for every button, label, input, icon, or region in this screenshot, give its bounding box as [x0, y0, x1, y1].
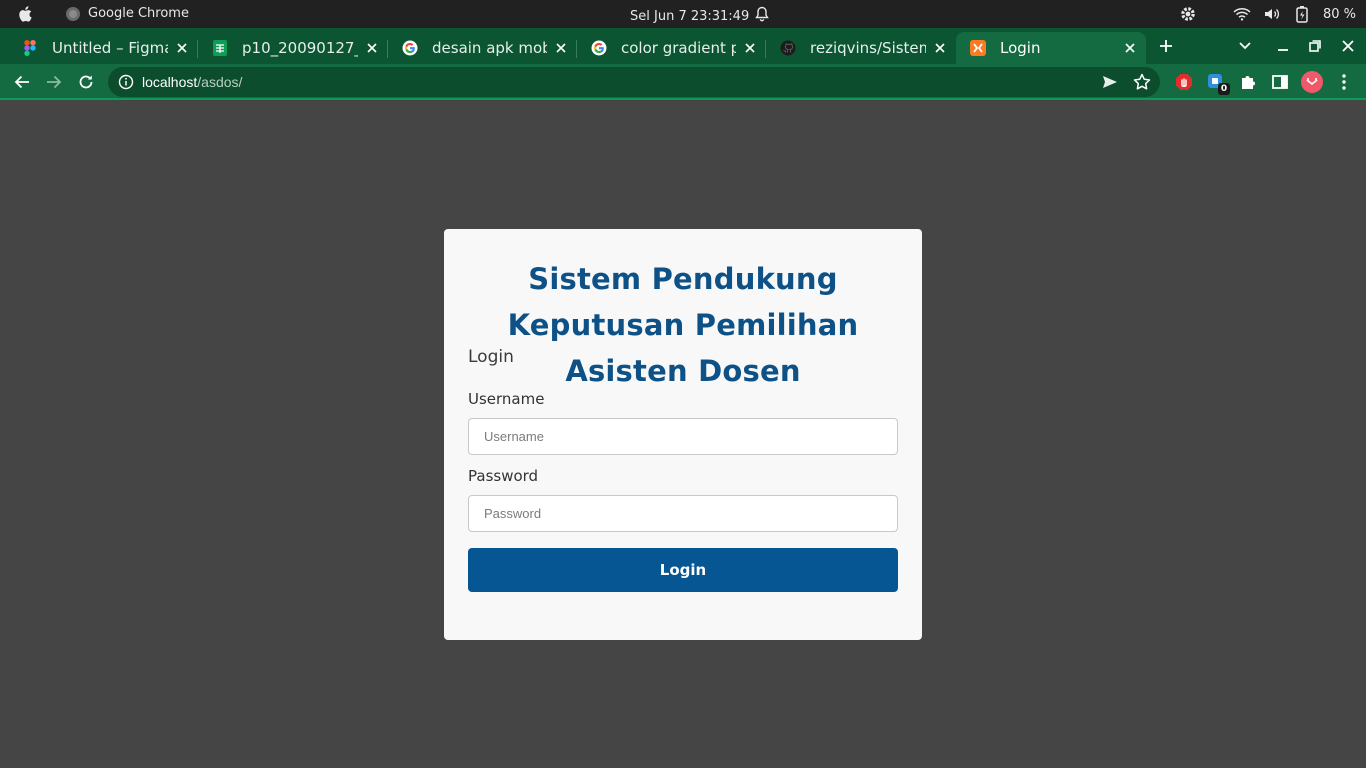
- tab-login[interactable]: Login: [956, 32, 1146, 64]
- side-panel-icon[interactable]: [1269, 71, 1291, 93]
- settings-gear-icon[interactable]: [1179, 5, 1197, 23]
- battery-percent: 80 %: [1322, 6, 1356, 22]
- clock-text: Sel Jun 7 23:31:49: [630, 8, 750, 24]
- figma-icon: [22, 40, 38, 56]
- system-tray: 80 %: [1179, 4, 1356, 24]
- browser-toolbar: localhost/asdos/ 0: [0, 64, 1366, 100]
- page-title: Sistem Pendukung Keputusan Pemilihan Asi…: [507, 262, 859, 388]
- github-icon: [780, 40, 796, 56]
- tab-github[interactable]: reziqvins/Sistem-P: [766, 32, 956, 64]
- tab-close-icon[interactable]: [174, 40, 190, 56]
- reload-icon[interactable]: [75, 71, 97, 93]
- extensions-puzzle-icon[interactable]: [1237, 71, 1259, 93]
- extension-badge-count: 0: [1218, 83, 1230, 95]
- site-info-icon[interactable]: [118, 74, 134, 90]
- password-input[interactable]: [468, 495, 898, 532]
- volume-icon[interactable]: [1263, 5, 1281, 23]
- google-icon: [591, 40, 607, 56]
- adblock-extension-icon[interactable]: [1173, 71, 1195, 93]
- login-card: Sistem Pendukung Keputusan Pemilihan Asi…: [444, 229, 922, 640]
- login-button[interactable]: Login: [468, 548, 898, 592]
- tab-close-icon[interactable]: [553, 40, 569, 56]
- extension-badge-icon[interactable]: 0: [1205, 71, 1230, 95]
- tab-close-icon[interactable]: [932, 40, 948, 56]
- more-menu-icon[interactable]: [1333, 71, 1355, 93]
- tab-search-chevron-down-icon[interactable]: [1235, 36, 1255, 56]
- back-arrow-icon[interactable]: [11, 71, 33, 93]
- tab-title: reziqvins/Sistem-P: [810, 39, 926, 57]
- wifi-icon[interactable]: [1233, 5, 1251, 23]
- url-path: /asdos/: [197, 74, 243, 90]
- google-icon: [402, 40, 418, 56]
- tab-strip: Untitled – Figma p10_20090127_Mu desain …: [0, 28, 1366, 64]
- new-tab-button[interactable]: [1156, 36, 1176, 56]
- tab-title: p10_20090127_Mu: [242, 39, 358, 57]
- tab-title: Login: [1000, 39, 1041, 57]
- sheets-icon: [212, 40, 228, 56]
- tab-title: desain apk mobile: [432, 39, 547, 57]
- url-host: localhost: [142, 74, 198, 90]
- username-label: Username: [468, 390, 545, 408]
- clock[interactable]: Sel Jun 7 23:31:49: [630, 6, 770, 26]
- tab-sheets[interactable]: p10_20090127_Mu: [198, 32, 388, 64]
- tab-google-search-2[interactable]: color gradient por: [577, 32, 766, 64]
- os-top-bar: Google Chrome Sel Jun 7 23:31:49 80 %: [0, 0, 1366, 28]
- username-input[interactable]: [468, 418, 898, 455]
- close-window-icon[interactable]: [1338, 36, 1358, 56]
- tab-google-search-1[interactable]: desain apk mobile: [388, 32, 577, 64]
- login-subtitle: Login: [468, 347, 514, 367]
- battery-icon[interactable]: [1293, 5, 1311, 23]
- xampp-icon: [970, 40, 986, 56]
- profile-avatar[interactable]: [1301, 71, 1323, 93]
- active-app[interactable]: Google Chrome: [66, 6, 189, 21]
- tab-close-icon[interactable]: [742, 40, 758, 56]
- password-label: Password: [468, 467, 539, 485]
- forward-arrow-icon[interactable]: [43, 71, 65, 93]
- bookmark-star-icon[interactable]: [1132, 72, 1152, 92]
- apple-menu-icon[interactable]: [16, 4, 36, 24]
- address-bar[interactable]: localhost/asdos/: [108, 67, 1160, 97]
- send-to-device-icon[interactable]: [1100, 72, 1120, 92]
- url-text: localhost/asdos/: [142, 74, 242, 90]
- restore-icon[interactable]: [1305, 36, 1325, 56]
- tab-title: Untitled – Figma: [52, 39, 168, 57]
- minimize-icon[interactable]: [1273, 36, 1293, 56]
- tab-close-icon[interactable]: [364, 40, 380, 56]
- tab-close-icon[interactable]: [1122, 40, 1138, 56]
- bell-icon: [755, 6, 770, 26]
- tab-figma[interactable]: Untitled – Figma: [8, 32, 198, 64]
- active-app-name: Google Chrome: [88, 6, 189, 21]
- tab-title: color gradient por: [621, 39, 736, 57]
- chrome-icon: [66, 6, 80, 21]
